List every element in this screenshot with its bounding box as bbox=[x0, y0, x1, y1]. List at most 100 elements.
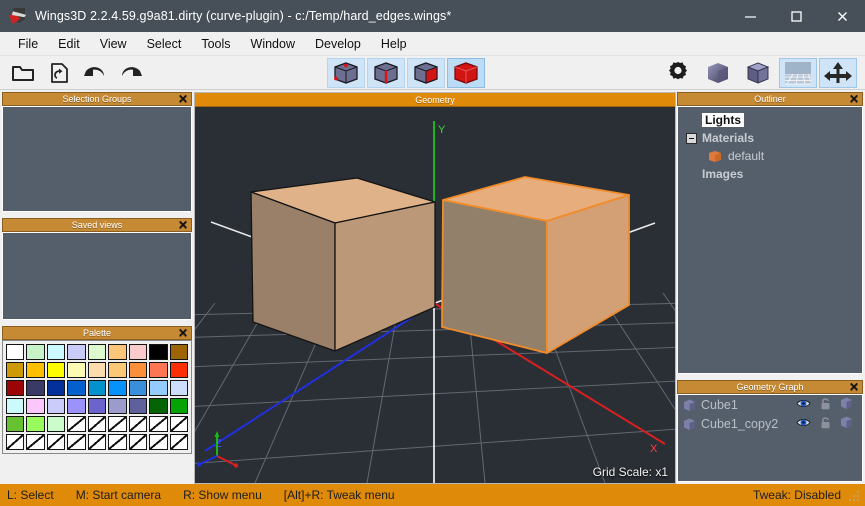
palette-swatch[interactable] bbox=[46, 380, 66, 396]
palette-swatch[interactable] bbox=[169, 434, 188, 450]
palette-swatch[interactable] bbox=[128, 434, 148, 450]
palette-swatch[interactable] bbox=[108, 416, 127, 432]
palette-swatch[interactable] bbox=[128, 398, 148, 414]
palette-swatch[interactable] bbox=[67, 362, 86, 378]
menu-file[interactable]: File bbox=[8, 34, 48, 54]
palette-swatch[interactable] bbox=[6, 344, 25, 360]
outliner-row-default-material[interactable]: default bbox=[678, 147, 862, 165]
close-icon[interactable]: ✕ bbox=[849, 381, 859, 393]
palette-swatch[interactable] bbox=[46, 398, 66, 414]
palette-swatch[interactable] bbox=[108, 434, 127, 450]
unlocked-padlock-icon[interactable] bbox=[820, 397, 831, 413]
palette-swatch[interactable] bbox=[169, 416, 188, 432]
shaded-cube-icon[interactable] bbox=[840, 396, 853, 413]
body-mode-icon[interactable] bbox=[447, 58, 485, 88]
menu-select[interactable]: Select bbox=[137, 34, 192, 54]
palette-swatch[interactable] bbox=[6, 434, 25, 450]
show-ground-plane-icon[interactable] bbox=[779, 58, 817, 88]
palette-swatch[interactable] bbox=[108, 362, 127, 378]
menu-develop[interactable]: Develop bbox=[305, 34, 371, 54]
palette-swatch[interactable] bbox=[26, 416, 45, 432]
maximize-button[interactable] bbox=[773, 0, 819, 32]
palette-swatch[interactable] bbox=[26, 362, 45, 378]
palette-swatch[interactable] bbox=[67, 380, 86, 396]
palette-swatch[interactable] bbox=[169, 398, 188, 414]
outliner-row-lights[interactable]: Lights bbox=[678, 111, 862, 129]
palette-swatch[interactable] bbox=[67, 344, 86, 360]
palette-swatch[interactable] bbox=[149, 362, 168, 378]
palette-swatch[interactable] bbox=[128, 344, 148, 360]
palette-swatch[interactable] bbox=[26, 398, 45, 414]
palette-swatch[interactable] bbox=[46, 362, 66, 378]
redo-arrow-icon[interactable] bbox=[114, 58, 148, 88]
geometry-graph-list[interactable]: Cube1 Cube1_copy2 bbox=[677, 394, 863, 482]
flat-shade-icon[interactable] bbox=[739, 58, 777, 88]
palette-swatch[interactable] bbox=[149, 380, 168, 396]
geometry-3d-canvas[interactable]: Z X Y Grid Scale: x1 bbox=[195, 107, 675, 483]
show-axes-icon[interactable] bbox=[819, 58, 857, 88]
outliner-row-images[interactable]: Images bbox=[678, 165, 862, 183]
palette-swatch[interactable] bbox=[6, 362, 25, 378]
palette-swatch[interactable] bbox=[67, 416, 86, 432]
outliner-tree[interactable]: Lights Materials default Images bbox=[677, 106, 863, 374]
palette-swatch[interactable] bbox=[6, 416, 25, 432]
palette-swatch[interactable] bbox=[87, 416, 107, 432]
palette-swatch[interactable] bbox=[128, 380, 148, 396]
palette-swatch[interactable] bbox=[149, 398, 168, 414]
palette-swatch[interactable] bbox=[128, 362, 148, 378]
palette-swatch[interactable] bbox=[169, 344, 188, 360]
close-button[interactable] bbox=[819, 0, 865, 32]
eye-icon[interactable] bbox=[796, 398, 811, 412]
palette-swatch[interactable] bbox=[87, 380, 107, 396]
palette-swatch[interactable] bbox=[46, 344, 66, 360]
palette-swatch[interactable] bbox=[169, 362, 188, 378]
close-icon[interactable]: ✕ bbox=[178, 219, 188, 231]
palette-swatch[interactable] bbox=[46, 416, 66, 432]
open-folder-icon[interactable] bbox=[6, 58, 40, 88]
close-icon[interactable]: ✕ bbox=[178, 93, 188, 105]
smooth-shade-icon[interactable] bbox=[699, 58, 737, 88]
palette-swatch[interactable] bbox=[67, 434, 86, 450]
collapse-expander-icon[interactable] bbox=[686, 132, 697, 144]
face-mode-icon[interactable] bbox=[407, 58, 445, 88]
eye-icon[interactable] bbox=[796, 417, 811, 431]
palette-swatch[interactable] bbox=[26, 434, 45, 450]
unlocked-padlock-icon[interactable] bbox=[820, 416, 831, 432]
palette-swatch[interactable] bbox=[108, 344, 127, 360]
save-as-icon[interactable] bbox=[42, 58, 76, 88]
close-icon[interactable]: ✕ bbox=[178, 327, 188, 339]
close-icon[interactable]: ✕ bbox=[849, 93, 859, 105]
palette-swatch[interactable] bbox=[46, 434, 66, 450]
palette-swatch[interactable] bbox=[6, 398, 25, 414]
palette-swatch[interactable] bbox=[149, 416, 168, 432]
palette-swatch[interactable] bbox=[149, 434, 168, 450]
gear-preferences-icon[interactable] bbox=[659, 58, 697, 88]
palette-swatch[interactable] bbox=[67, 398, 86, 414]
undo-arrow-icon[interactable] bbox=[78, 58, 112, 88]
palette-swatch[interactable] bbox=[6, 380, 25, 396]
menu-window[interactable]: Window bbox=[241, 34, 305, 54]
palette-swatch[interactable] bbox=[108, 380, 127, 396]
palette-swatch[interactable] bbox=[26, 344, 45, 360]
menu-view[interactable]: View bbox=[90, 34, 137, 54]
edge-mode-icon[interactable] bbox=[367, 58, 405, 88]
palette-swatch[interactable] bbox=[26, 380, 45, 396]
saved-views-list[interactable] bbox=[2, 232, 192, 320]
geometry-graph-row-cube1-copy2[interactable]: Cube1_copy2 bbox=[678, 414, 862, 433]
palette-swatch[interactable] bbox=[87, 434, 107, 450]
selection-groups-list[interactable] bbox=[2, 106, 192, 212]
palette-swatch[interactable] bbox=[87, 398, 107, 414]
menu-help[interactable]: Help bbox=[371, 34, 417, 54]
shaded-cube-icon[interactable] bbox=[840, 415, 853, 432]
palette-swatch[interactable] bbox=[128, 416, 148, 432]
palette-swatch[interactable] bbox=[87, 344, 107, 360]
palette-swatch[interactable] bbox=[108, 398, 127, 414]
menu-tools[interactable]: Tools bbox=[191, 34, 240, 54]
minimize-button[interactable] bbox=[727, 0, 773, 32]
palette-swatch[interactable] bbox=[149, 344, 168, 360]
menu-edit[interactable]: Edit bbox=[48, 34, 90, 54]
resize-grip[interactable] bbox=[849, 491, 861, 503]
palette-swatch[interactable] bbox=[169, 380, 188, 396]
outliner-row-materials[interactable]: Materials bbox=[678, 129, 862, 147]
vertex-mode-icon[interactable] bbox=[327, 58, 365, 88]
